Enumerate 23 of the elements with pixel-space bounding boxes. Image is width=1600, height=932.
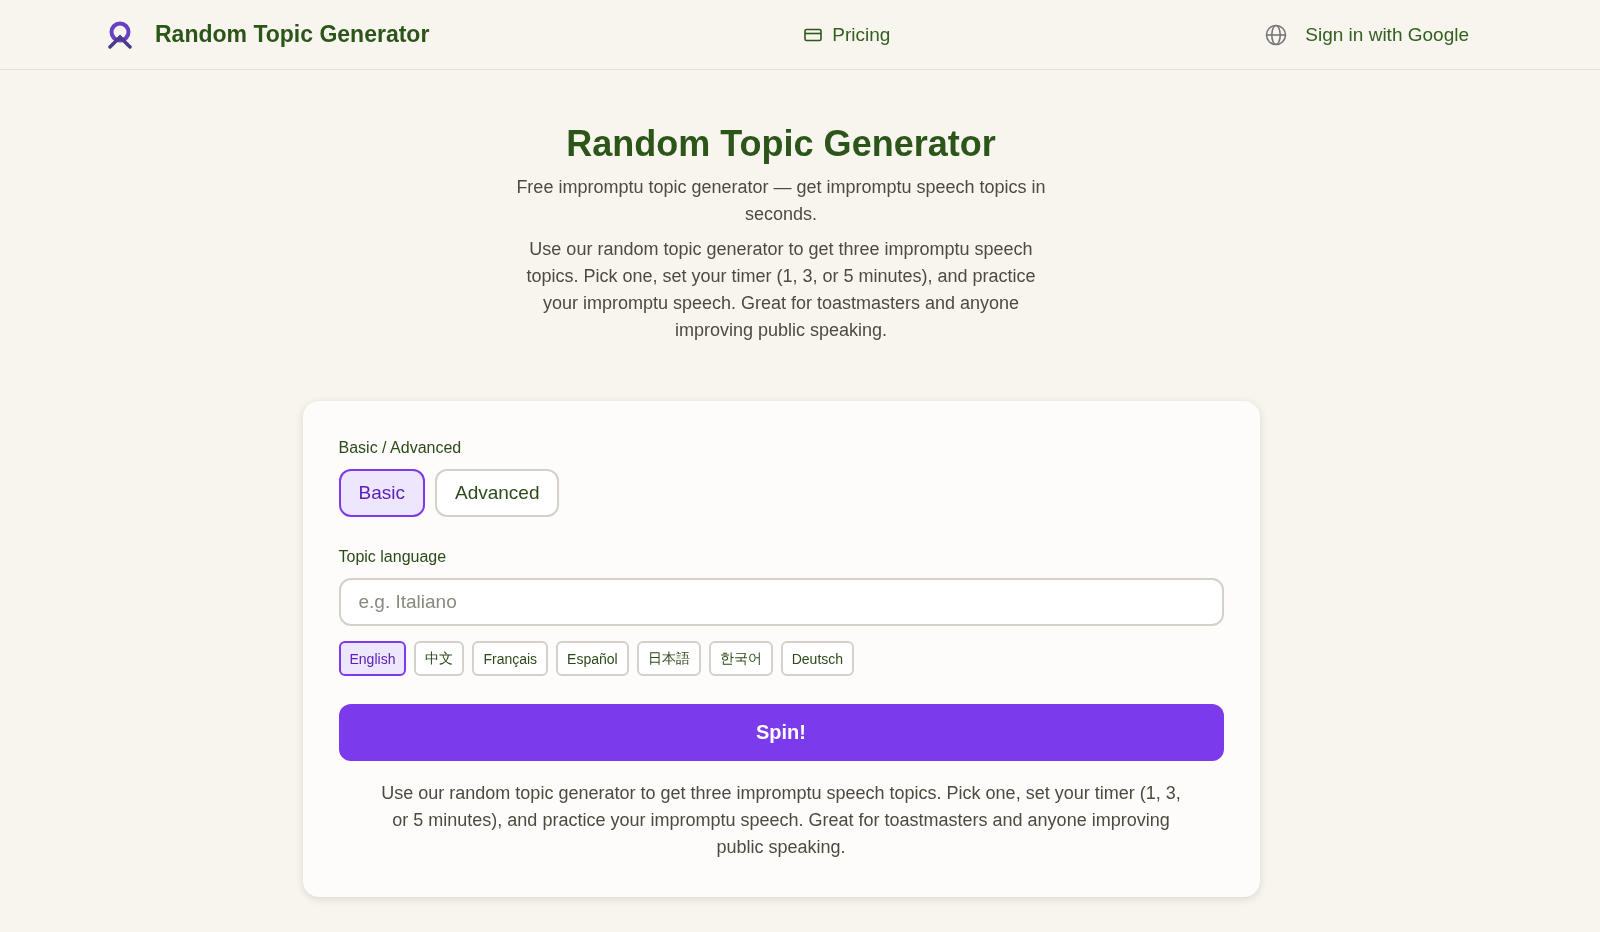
language-chip[interactable]: Français [472,641,549,676]
mode-toggle[interactable]: Advanced [434,469,560,517]
intro-text: Use our random topic generator to get three impromptu speech topics. Pick one, set your timer (1, 3, or 5 minutes), and practice your impromptu speech. Great for toastmasters and anyone improving public speaking. [525,238,1037,342]
language-chip[interactable]: 한국어 [708,641,773,676]
pricing-link[interactable]: Pricing [804,23,891,46]
language-label: Topic language [338,547,448,567]
language-chip[interactable]: Español [556,641,629,676]
language-chip[interactable]: Deutsch [780,641,855,676]
language-chip[interactable]: English [338,641,407,676]
subtitle-text: Free impromptu topic generator — get impromptu speech topics in seconds. [515,176,1047,226]
brand-name[interactable]: Random Topic Generator [155,21,430,48]
logo-icon[interactable] [107,20,133,49]
language-chip[interactable]: 日本語 [636,641,701,676]
card-icon [804,27,823,42]
mode-label: Basic / Advanced [338,438,463,458]
globe-icon [1265,23,1288,46]
mode-toggle[interactable]: Basic [338,469,425,517]
description-text: Use our random topic generator to get three impromptu speech topics. Pick one, set your timer (1, 3, or 5 minutes), and practice your impromptu speech. Great for toastmasters and anyone improving public speaking. [380,782,1182,859]
spin-button[interactable]: Spin! [338,704,1224,761]
language-chip[interactable]: 中文 [414,641,465,676]
language-input[interactable]: e.g. Italiano [338,578,1224,626]
sign-in-link[interactable]: Sign in with Google [1265,23,1469,46]
page-title: Random Topic Generator [566,122,996,166]
